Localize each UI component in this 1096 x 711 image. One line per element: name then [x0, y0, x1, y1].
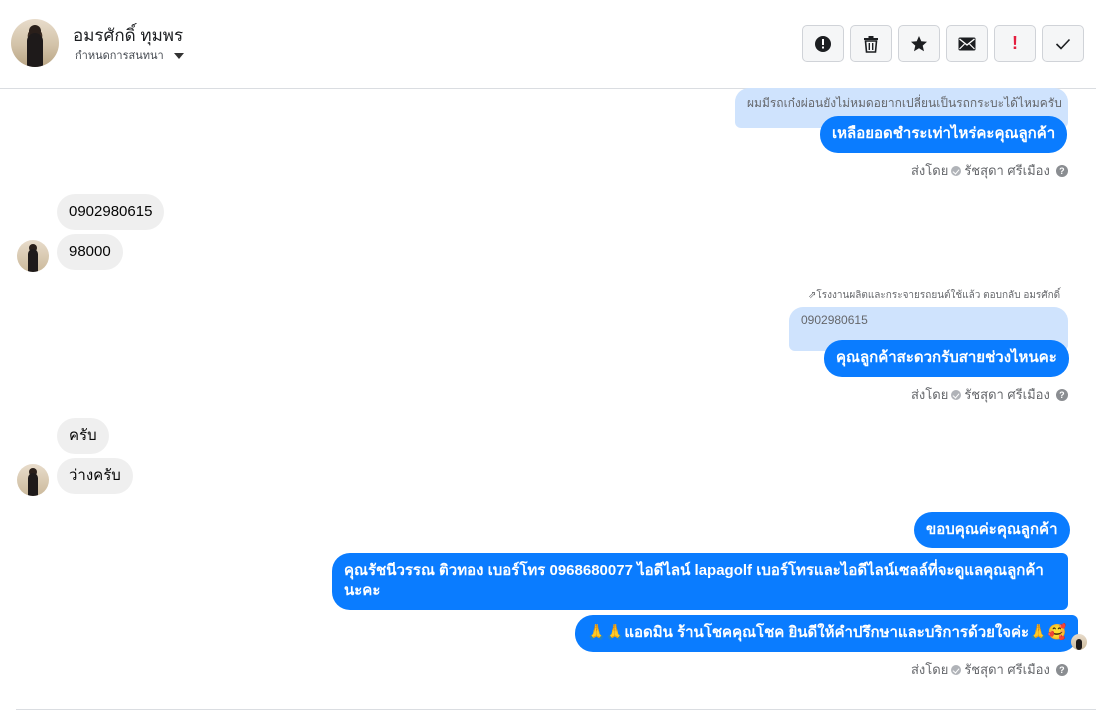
contact-name[interactable]: อมรศักดิ์ ทุมพร [73, 22, 183, 49]
composer-divider [16, 709, 1096, 710]
follow-up-button[interactable]: ! [994, 25, 1036, 62]
conversation-header: อมรศักดิ์ ทุมพร กำหนดการสนทนา ! [0, 0, 1096, 89]
conversation-toolbar: ! [802, 25, 1084, 62]
envelope-icon [958, 37, 976, 50]
exclamation-icon: ! [1012, 33, 1018, 53]
help-icon[interactable]: ? [1055, 388, 1068, 401]
seen-avatar [1071, 634, 1087, 650]
verified-icon [951, 389, 962, 400]
trash-icon [864, 35, 878, 53]
check-icon [1055, 38, 1071, 50]
sent-by-info: ส่งโดย รัชสุดา ศรีเมือง ? [911, 384, 1068, 405]
message-bubble-outgoing[interactable]: เหลือยอดชำระเท่าไหร่คะคุณลูกค้า [820, 116, 1068, 153]
assign-conversation-dropdown[interactable]: กำหนดการสนทนา [75, 46, 184, 64]
message-bubble-incoming[interactable]: 0902980615 [57, 194, 165, 230]
message-bubble-incoming[interactable]: ครับ [57, 418, 109, 454]
sent-by-prefix: ส่งโดย [911, 163, 949, 178]
message-bubble-outgoing[interactable]: คุณรัชนีวรรณ ติวทอง เบอร์โทร 0968680077 … [332, 553, 1068, 610]
star-button[interactable] [898, 25, 940, 62]
message-bubble-outgoing[interactable]: คุณลูกค้าสะดวกรับสายช่วงไหนคะ [824, 340, 1069, 377]
reply-preview-text: ผมมีรถเก๋งผ่อนยังไม่หมดอยากเปลี่ยนเป็นรถ… [747, 96, 1062, 110]
sender-name: รัชสุดา ศรีเมือง [964, 662, 1050, 677]
reply-context-note: ⇗โรงงานผลิตและกระจายรถยนต์ใช้แล้ว ตอบกลั… [808, 290, 1061, 301]
help-icon[interactable]: ? [1055, 164, 1068, 177]
star-icon [911, 35, 927, 51]
message-bubble-outgoing[interactable]: ขอบคุณค่ะคุณลูกค้า [914, 512, 1070, 548]
assign-label: กำหนดการสนทนา [75, 50, 164, 62]
mark-spam-button[interactable] [802, 25, 844, 62]
sender-avatar [17, 464, 49, 496]
verified-icon [951, 165, 962, 176]
mark-done-button[interactable] [1042, 25, 1084, 62]
alert-circle-icon [815, 35, 831, 52]
sender-avatar [17, 240, 49, 272]
sent-by-prefix: ส่งโดย [911, 387, 949, 402]
verified-icon [951, 664, 962, 675]
reply-preview-text: 0902980615 [801, 313, 868, 327]
mark-unread-button[interactable] [946, 25, 988, 62]
message-bubble-incoming[interactable]: ว่างครับ [57, 458, 133, 494]
message-bubble-outgoing[interactable]: 🙏🙏แอดมิน ร้านโชคคุณโชค ยินดีให้คำปรึกษาแ… [575, 615, 1079, 652]
sender-name: รัชสุดา ศรีเมือง [964, 163, 1050, 178]
message-bubble-incoming[interactable]: 98000 [57, 234, 123, 270]
sender-name: รัชสุดา ศรีเมือง [964, 387, 1050, 402]
sent-by-prefix: ส่งโดย [911, 662, 949, 677]
sent-by-info: ส่งโดย รัชสุดา ศรีเมือง ? [911, 160, 1068, 181]
sent-by-info: ส่งโดย รัชสุดา ศรีเมือง ? [911, 659, 1068, 680]
caret-down-icon [173, 52, 184, 59]
contact-avatar[interactable] [11, 19, 59, 67]
help-icon[interactable]: ? [1055, 663, 1068, 676]
delete-button[interactable] [850, 25, 892, 62]
